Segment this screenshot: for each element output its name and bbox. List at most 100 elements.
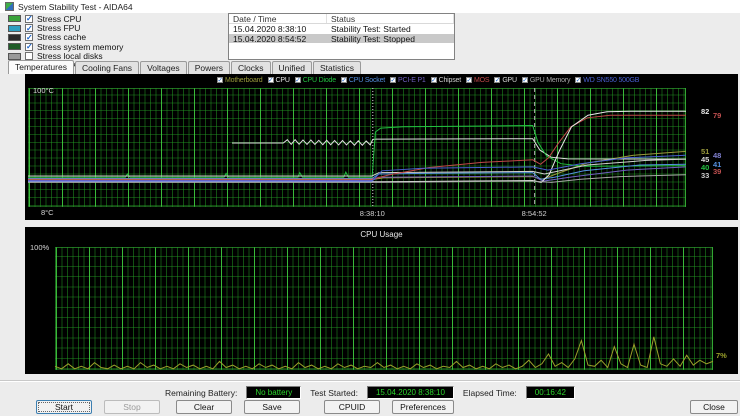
series-gpu [28, 111, 686, 182]
stress-option-cpu[interactable]: Stress CPU [8, 14, 213, 23]
legend-label: MOS [474, 77, 489, 84]
battery-label: Remaining Battery: [165, 388, 237, 398]
event-log-table: Date / Time Status 15.04.2020 8:38:10 St… [228, 13, 455, 60]
series-end-value: 79 [713, 111, 721, 120]
cell-status: Stability Test: Started [327, 24, 454, 34]
tab-powers[interactable]: Powers [188, 61, 230, 74]
series-end-value: 82 [701, 107, 709, 116]
series-end-value: 39 [713, 167, 721, 176]
cpu-usage-chart-panel: CPU Usage 100% 7% [25, 227, 738, 374]
legend-item[interactable]: CPU Socket [341, 77, 385, 84]
column-header-status[interactable]: Status [327, 14, 454, 23]
legend-label: CPU Socket [349, 77, 385, 84]
legend-label: Motherboard [225, 77, 263, 84]
legend-label: GPU [502, 77, 517, 84]
series-mos [28, 115, 686, 179]
cpu-usage-current-value: 7% [716, 351, 727, 360]
tab-strip: Temperatures Cooling Fans Voltages Power… [8, 61, 362, 74]
series-cpu [232, 139, 686, 159]
fpu-icon [8, 25, 21, 32]
title-bar: System Stability Test - AIDA64 [0, 0, 740, 13]
legend-item[interactable]: GPU Memory [522, 77, 570, 84]
temperature-chart [28, 88, 686, 207]
legend-checkbox[interactable] [390, 77, 396, 83]
legend-checkbox[interactable] [268, 77, 274, 83]
table-row[interactable]: 15.04.2020 8:38:10 Stability Test: Start… [229, 24, 454, 34]
elapsed-time-label: Elapsed Time: [463, 388, 517, 398]
stress-fpu-checkbox[interactable] [25, 24, 33, 32]
cpu-usage-chart [55, 247, 713, 370]
series-cpu-diode [28, 126, 686, 178]
stress-memory-checkbox[interactable] [25, 43, 33, 51]
tab-temperatures[interactable]: Temperatures [8, 60, 74, 74]
cache-icon [8, 34, 21, 41]
save-button[interactable]: Save [244, 400, 300, 414]
test-started-value: 15.04.2020 8:38:10 [367, 386, 454, 399]
memory-icon [8, 43, 21, 50]
chart-legend: Motherboard CPU CPU Diode CPU Socket PCI-E P… [217, 75, 639, 85]
cpuid-button[interactable]: CPUID [324, 400, 380, 414]
legend-checkbox[interactable] [575, 77, 581, 83]
battery-value: No battery [246, 386, 301, 399]
test-started-label: Test Started: [310, 388, 358, 398]
preferences-button[interactable]: Preferences [392, 400, 454, 414]
legend-item[interactable]: Chipset [431, 77, 461, 84]
legend-item[interactable]: Motherboard [217, 77, 263, 84]
legend-item[interactable]: MOS [466, 77, 489, 84]
series-end-value: 33 [701, 171, 709, 180]
column-header-datetime[interactable]: Date / Time [229, 14, 327, 23]
y-axis-max-label: 100°C [33, 86, 54, 95]
elapsed-time-value: 00:16:42 [526, 386, 575, 399]
x-axis-tick-label: 8:54:52 [522, 209, 547, 218]
tab-unified[interactable]: Unified [272, 61, 312, 74]
series-cpu-usage [55, 337, 713, 369]
legend-checkbox[interactable] [341, 77, 347, 83]
legend-checkbox[interactable] [466, 77, 472, 83]
series-end-value: 48 [713, 151, 721, 160]
app-icon [5, 2, 14, 11]
disk-icon [8, 53, 21, 60]
cell-datetime: 15.04.2020 8:38:10 [229, 24, 327, 34]
tab-voltages[interactable]: Voltages [140, 61, 187, 74]
table-row[interactable]: 15.04.2020 8:54:52 Stability Test: Stopp… [229, 34, 454, 44]
legend-label: CPU [276, 77, 290, 84]
legend-item[interactable]: PCI-E P1 [390, 77, 426, 84]
series-chipset [28, 159, 686, 176]
legend-checkbox[interactable] [431, 77, 437, 83]
stop-button[interactable]: Stop [104, 400, 160, 414]
y-axis-max-label: 100% [30, 243, 49, 252]
close-button[interactable]: Close [690, 400, 738, 414]
legend-checkbox[interactable] [494, 77, 500, 83]
legend-label: Chipset [439, 77, 461, 84]
legend-label: WD SN550 500GB [583, 77, 639, 84]
legend-item[interactable]: CPU Diode [295, 77, 336, 84]
table-header: Date / Time Status [229, 14, 454, 24]
legend-item[interactable]: CPU [268, 77, 290, 84]
start-button[interactable]: Start [36, 400, 92, 414]
legend-checkbox[interactable] [295, 77, 301, 83]
legend-item[interactable]: WD SN550 500GB [575, 77, 639, 84]
x-axis-tick-label: 8:38:10 [360, 209, 385, 218]
cell-status: Stability Test: Stopped [327, 34, 454, 44]
stress-option-cache[interactable]: Stress cache [8, 33, 213, 42]
clear-button[interactable]: Clear [176, 400, 232, 414]
temperature-chart-panel: Motherboard CPU CPU Diode CPU Socket PCI-E P… [25, 74, 738, 220]
legend-checkbox[interactable] [522, 77, 528, 83]
tab-clocks[interactable]: Clocks [231, 61, 271, 74]
y-axis-min-label: 8°C [41, 208, 54, 217]
tab-statistics[interactable]: Statistics [313, 61, 361, 74]
cell-datetime: 15.04.2020 8:54:52 [229, 34, 327, 44]
stress-option-fpu[interactable]: Stress FPU [8, 23, 213, 32]
stress-option-memory[interactable]: Stress system memory [8, 42, 213, 51]
cpu-usage-title: CPU Usage [25, 230, 738, 239]
window-title: System Stability Test - AIDA64 [18, 2, 133, 12]
legend-label: CPU Diode [303, 77, 336, 84]
tab-cooling-fans[interactable]: Cooling Fans [75, 61, 139, 74]
legend-item[interactable]: GPU [494, 77, 517, 84]
stress-cache-checkbox[interactable] [25, 33, 33, 41]
stress-cpu-checkbox[interactable] [25, 15, 33, 23]
legend-label: GPU Memory [530, 77, 570, 84]
separator [0, 380, 740, 382]
cpu-icon [8, 15, 21, 22]
legend-checkbox[interactable] [217, 77, 223, 83]
